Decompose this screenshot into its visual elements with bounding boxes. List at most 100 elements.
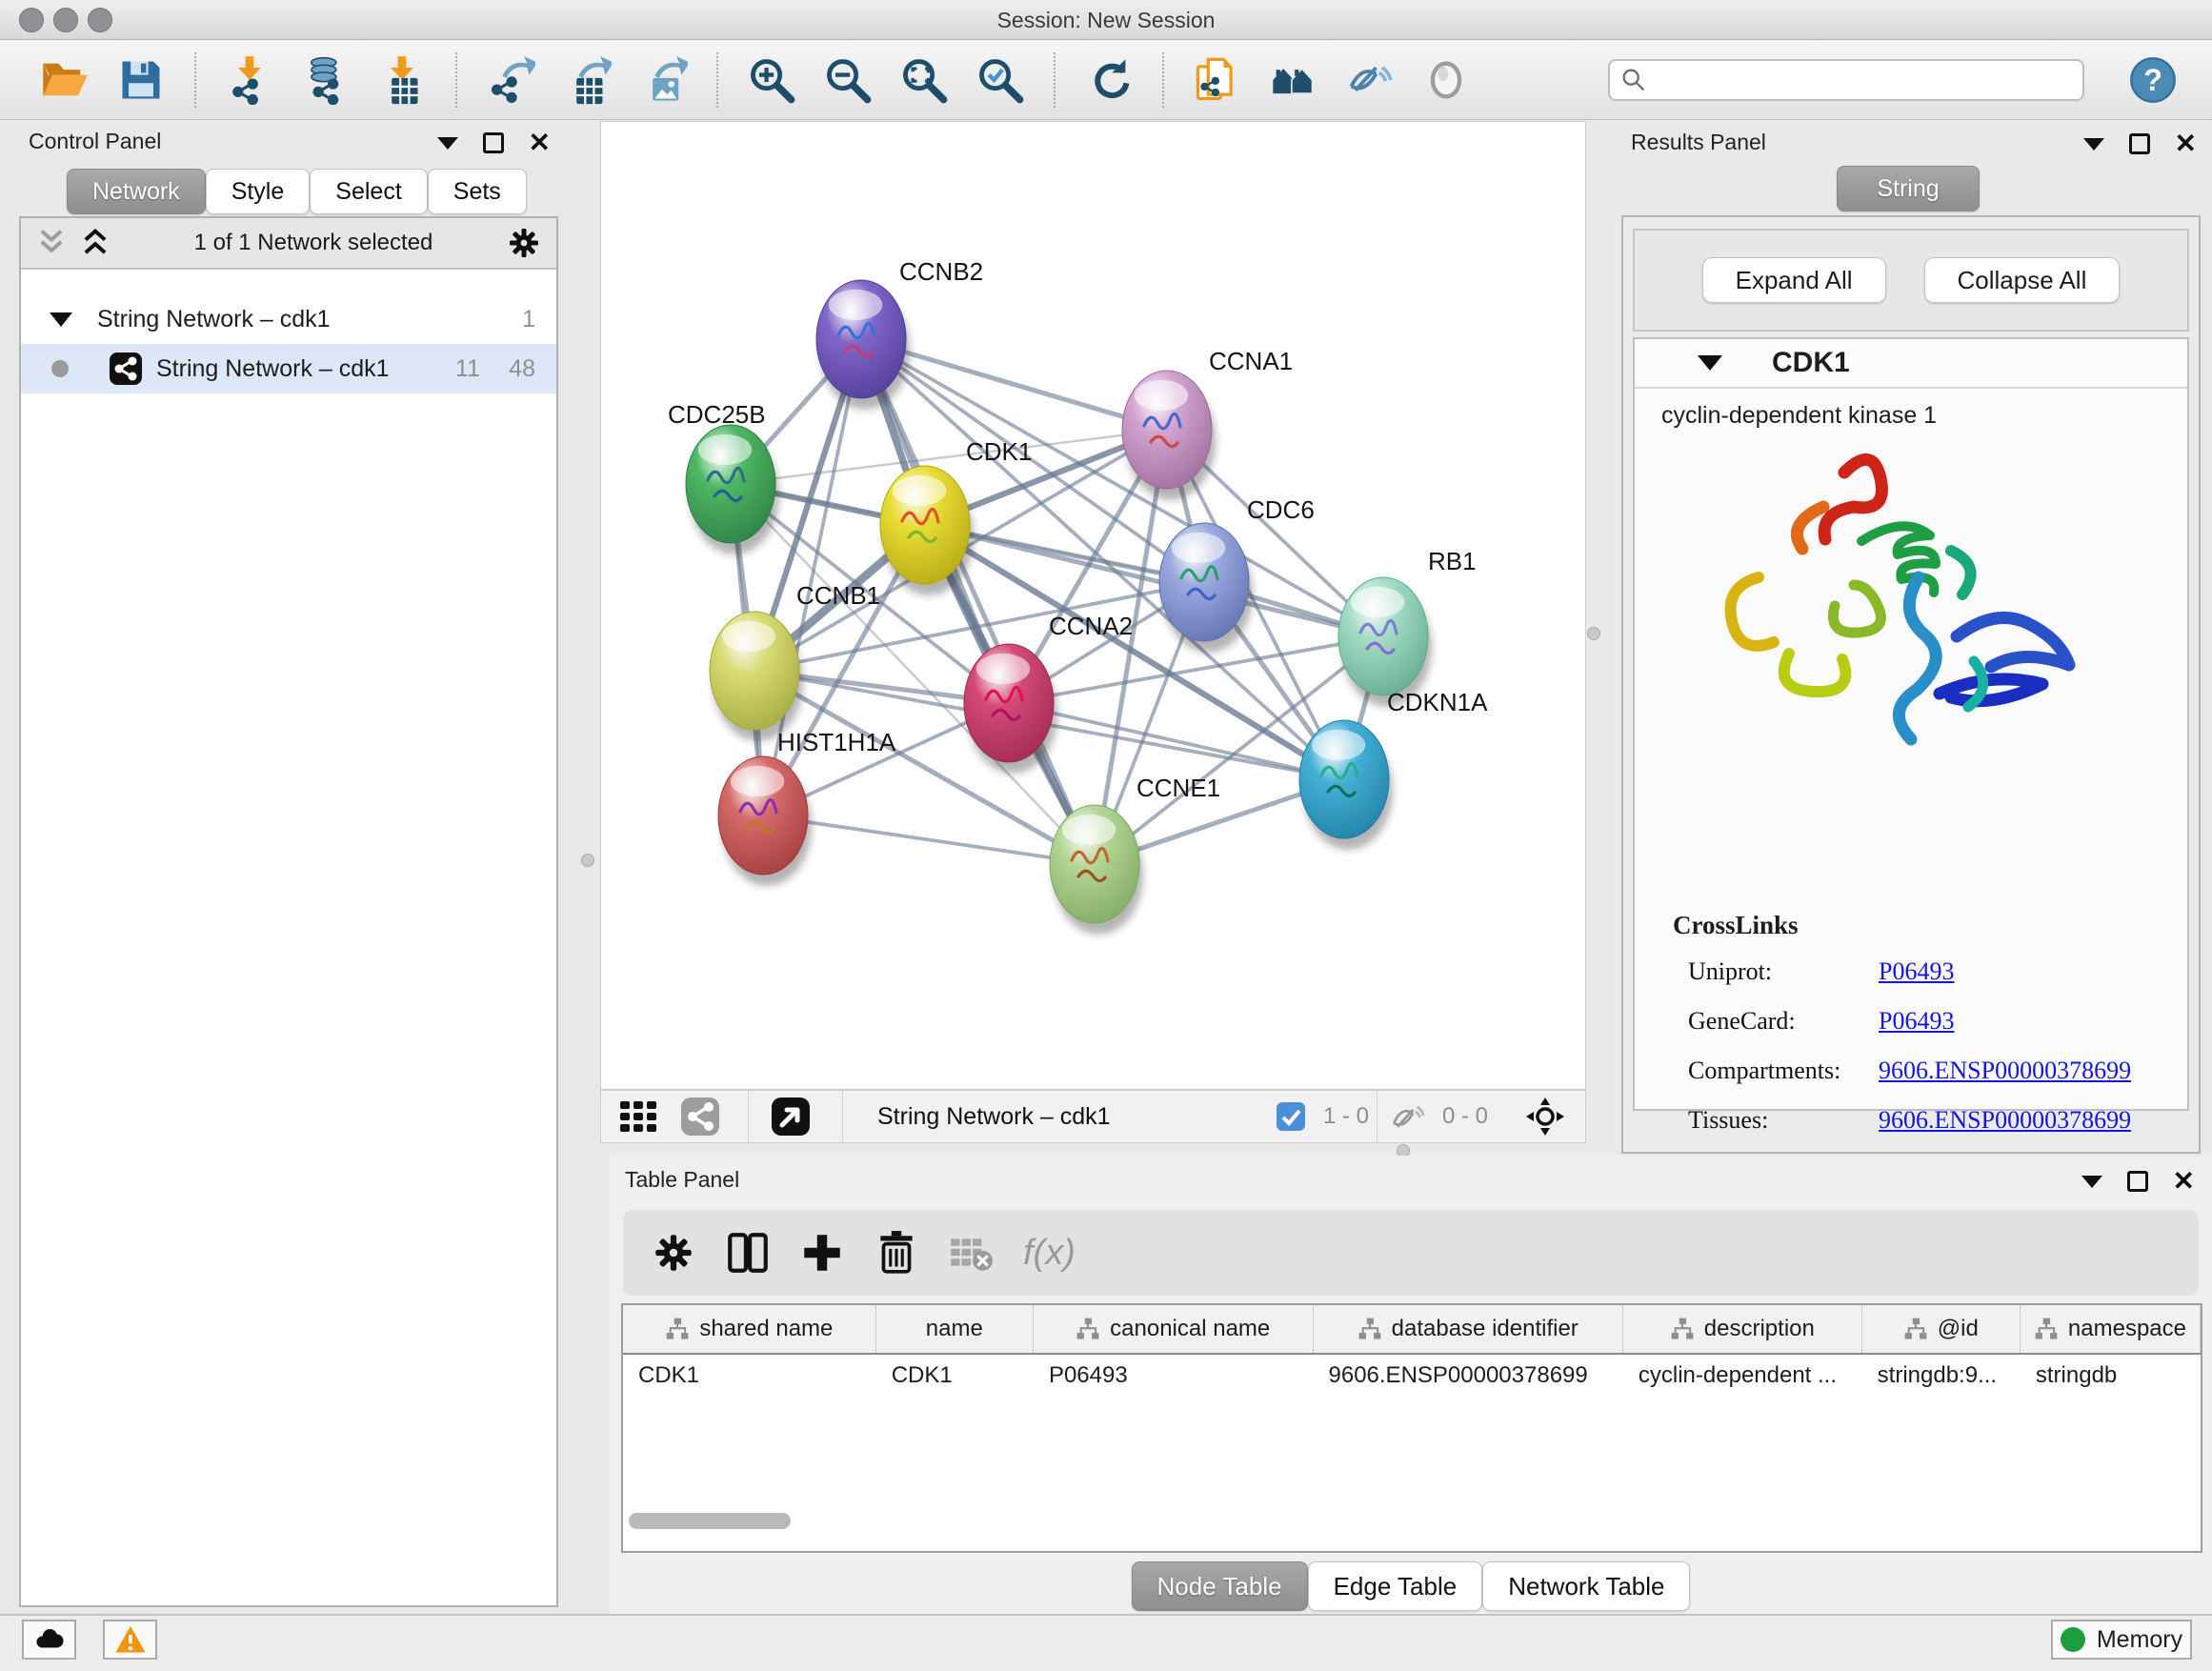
network-node-ccnb2[interactable]: CCNB2	[816, 257, 983, 410]
network-node-cdc6[interactable]: CDC6	[1159, 495, 1315, 653]
column-header-canonicalname[interactable]: canonical name	[1034, 1305, 1314, 1353]
table-panel-float-icon[interactable]	[2127, 1171, 2148, 1192]
network-node-ccnb1[interactable]: CCNB1	[710, 581, 880, 741]
delete-column-trash-icon[interactable]	[873, 1229, 920, 1277]
right-splitter-grip[interactable]	[1587, 627, 1600, 640]
crosslink-link[interactable]: 9606.ENSP00000378699	[1879, 1057, 2131, 1085]
tab-select[interactable]: Select	[310, 169, 427, 214]
table-cell: 9606.ENSP00000378699	[1314, 1362, 1623, 1389]
crosslink-link[interactable]: P06493	[1879, 957, 1954, 986]
copy-network-icon[interactable]	[1193, 55, 1242, 105]
crosslink-link[interactable]: P06493	[1879, 1007, 1954, 1036]
tab-sets[interactable]: Sets	[428, 169, 527, 214]
network-selected-status: 1 of 1 Network selected	[122, 230, 505, 256]
memory-button[interactable]: Memory	[2051, 1620, 2192, 1660]
cloud-button[interactable]	[22, 1620, 76, 1660]
zoom-selected-icon[interactable]	[975, 55, 1025, 105]
results-panel-menu-icon[interactable]	[2083, 138, 2104, 151]
gene-collapse-icon[interactable]	[1698, 355, 1722, 371]
hidden-eye-icon[interactable]	[1387, 1097, 1425, 1136]
collapse-all-button[interactable]: Collapse All	[1924, 257, 2121, 303]
collapse-all-icon[interactable]	[34, 226, 69, 260]
control-panel-title: Control Panel	[29, 129, 161, 154]
control-panel: Control Panel ✕ NetworkStyleSelectSets 1…	[11, 121, 564, 1610]
expand-all-icon[interactable]	[78, 226, 112, 260]
zoom-out-icon[interactable]	[823, 55, 873, 105]
network-edge[interactable]	[1009, 703, 1344, 779]
zoom-fit-icon[interactable]	[899, 55, 949, 105]
export-network-icon[interactable]	[486, 55, 535, 105]
results-panel: Results Panel ✕ String Expand AllCollaps…	[1610, 120, 2212, 1156]
network-node-ccna1[interactable]: CCNA1	[1122, 347, 1293, 500]
column-header-name[interactable]: name	[876, 1305, 1034, 1353]
toolbar-separator	[716, 52, 718, 108]
export-table-icon[interactable]	[562, 55, 612, 105]
results-panel-float-icon[interactable]	[2129, 133, 2150, 154]
fit-selected-crosshair-icon[interactable]	[1524, 1096, 1566, 1137]
network-node-rb1[interactable]: RB1	[1338, 547, 1477, 707]
network-edge[interactable]	[925, 525, 1383, 636]
home-icon[interactable]	[1269, 55, 1318, 105]
network-node-ccne1[interactable]: CCNE1	[1050, 774, 1220, 935]
network-node-cdkn1a[interactable]: CDKN1A	[1299, 688, 1488, 850]
selected-checkbox-icon[interactable]	[1276, 1101, 1306, 1132]
tab-style[interactable]: Style	[206, 169, 311, 214]
horizontal-scrollbar[interactable]	[629, 1513, 791, 1529]
refresh-icon[interactable]	[1084, 55, 1134, 105]
import-table-icon[interactable]	[377, 55, 427, 105]
search-box[interactable]	[1608, 59, 2084, 101]
network-node-ccna2[interactable]: CCNA2	[964, 612, 1133, 774]
control-panel-close-icon[interactable]: ✕	[529, 132, 551, 153]
share-view-icon[interactable]	[679, 1096, 721, 1137]
network-row-selected[interactable]: String Network – cdk1 11 48	[21, 344, 556, 393]
import-network-database-icon[interactable]	[301, 55, 351, 105]
grid-view-icon[interactable]	[618, 1096, 660, 1137]
export-image-icon[interactable]	[638, 55, 688, 105]
save-session-icon[interactable]	[116, 55, 166, 105]
table-row[interactable]: CDK1CDK1P064939606.ENSP00000378699cyclin…	[623, 1355, 2201, 1397]
zoom-in-icon[interactable]	[747, 55, 796, 105]
birdseye-view-icon[interactable]	[770, 1096, 812, 1137]
network-node-cdc25b[interactable]: CDC25B	[668, 400, 779, 554]
tab-string[interactable]: String	[1837, 166, 1980, 211]
expand-all-button[interactable]: Expand All	[1702, 257, 1886, 303]
network-label: String Network – cdk1	[156, 355, 390, 383]
help-icon[interactable]: ?	[2128, 55, 2178, 105]
crosslink-link[interactable]: 9606.ENSP00000378699	[1879, 1106, 2131, 1135]
create-column-plus-icon[interactable]	[798, 1229, 846, 1277]
network-edge[interactable]	[861, 339, 1095, 864]
eye-slash-icon[interactable]	[1345, 55, 1395, 105]
table-header-row: shared namenamecanonical namedatabase id…	[623, 1305, 2201, 1355]
table-settings-gear-icon[interactable]	[650, 1229, 697, 1277]
search-input[interactable]	[1648, 68, 2048, 92]
tab-network-table[interactable]: Network Table	[1482, 1561, 1690, 1611]
column-header-databaseidentifier[interactable]: database identifier	[1314, 1305, 1623, 1353]
tab-network[interactable]: Network	[67, 169, 206, 214]
network-node-hist1h1a[interactable]: HIST1H1A	[718, 728, 896, 886]
network-canvas[interactable]: CCNB2 CCNA1 CDC25B CDK1	[600, 121, 1586, 1090]
warning-button[interactable]	[103, 1620, 157, 1660]
control-panel-float-icon[interactable]	[483, 132, 504, 153]
import-network-file-icon[interactable]	[225, 55, 274, 105]
column-header-namespace[interactable]: namespace	[2021, 1305, 2201, 1353]
network-options-gear-icon[interactable]	[505, 224, 543, 262]
column-header-id[interactable]: @id	[1862, 1305, 2021, 1353]
results-panel-close-icon[interactable]: ✕	[2175, 133, 2197, 154]
left-splitter-grip[interactable]	[581, 854, 594, 867]
network-edge[interactable]	[763, 815, 1095, 864]
show-columns-icon[interactable]	[724, 1229, 772, 1277]
crosslink-row: Uniprot: P06493	[1688, 957, 2187, 986]
network-collection-row[interactable]: String Network – cdk1 1	[21, 294, 556, 344]
open-file-icon[interactable]	[40, 55, 90, 105]
tree-expand-icon[interactable]	[50, 312, 72, 327]
column-header-description[interactable]: description	[1623, 1305, 1862, 1353]
control-panel-menu-icon[interactable]	[437, 137, 458, 150]
table-panel-menu-icon[interactable]	[2081, 1176, 2102, 1188]
eye-icon[interactable]	[1421, 55, 1471, 105]
tab-edge-table[interactable]: Edge Table	[1308, 1561, 1483, 1611]
shared-column-tree-icon	[1903, 1317, 1928, 1341]
tab-node-table[interactable]: Node Table	[1132, 1561, 1308, 1611]
table-panel-close-icon[interactable]: ✕	[2173, 1171, 2195, 1192]
node-label: HIST1H1A	[777, 728, 896, 756]
column-header-sharedname[interactable]: shared name	[623, 1305, 876, 1353]
